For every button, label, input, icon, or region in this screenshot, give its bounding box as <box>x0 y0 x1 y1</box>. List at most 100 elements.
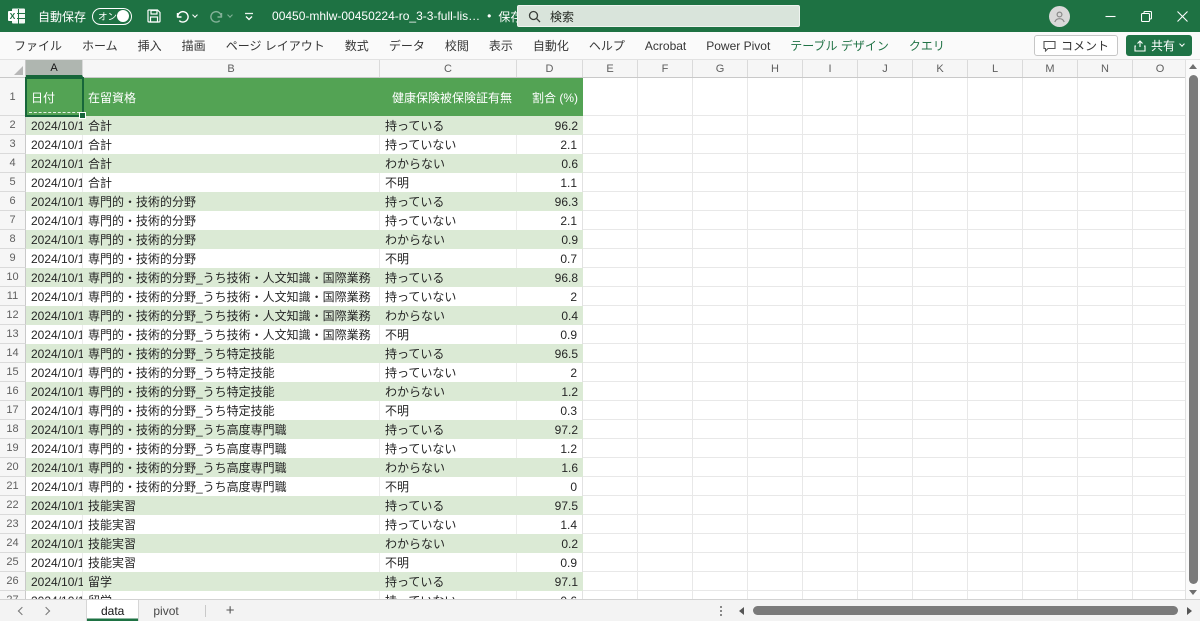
vertical-scrollbar[interactable] <box>1185 60 1200 599</box>
cell-D10[interactable]: 96.8 <box>517 268 583 287</box>
cell-A19[interactable]: 2024/10/1 <box>26 439 83 458</box>
cell-C26[interactable]: 持っている <box>380 572 517 591</box>
cell-B27[interactable]: 留学 <box>83 591 380 599</box>
cell-D16[interactable]: 1.2 <box>517 382 583 401</box>
cell-D21[interactable]: 0 <box>517 477 583 496</box>
cell-B16[interactable]: 専門的・技術的分野_うち特定技能 <box>83 382 380 401</box>
cell-C10[interactable]: 持っている <box>380 268 517 287</box>
row-header-5[interactable]: 5 <box>0 173 26 192</box>
column-header-G[interactable]: G <box>693 60 748 77</box>
cell-C4[interactable]: わからない <box>380 154 517 173</box>
cell-B5[interactable]: 合計 <box>83 173 380 192</box>
cell-A20[interactable]: 2024/10/1 <box>26 458 83 477</box>
cell-A17[interactable]: 2024/10/1 <box>26 401 83 420</box>
comments-button[interactable]: コメント <box>1034 35 1118 56</box>
empty-cells[interactable] <box>583 382 1185 401</box>
ribbon-tab-データ[interactable]: データ <box>379 32 435 59</box>
cell-B7[interactable]: 専門的・技術的分野 <box>83 211 380 230</box>
row-header-17[interactable]: 17 <box>0 401 26 420</box>
cell-A25[interactable]: 2024/10/1 <box>26 553 83 572</box>
sheet-nav-right-icon[interactable] <box>34 600 58 621</box>
cell-D1[interactable]: 割合 (%) <box>517 78 583 116</box>
autosave-toggle[interactable]: オン <box>92 8 132 25</box>
cell-C12[interactable]: わからない <box>380 306 517 325</box>
cell-C8[interactable]: わからない <box>380 230 517 249</box>
cell-C23[interactable]: 持っていない <box>380 515 517 534</box>
ribbon-tab-ホーム[interactable]: ホーム <box>72 32 128 59</box>
ribbon-tab-テーブル デザイン[interactable]: テーブル デザイン <box>780 32 899 59</box>
cell-D14[interactable]: 96.5 <box>517 344 583 363</box>
cell-A1[interactable]: 日付 <box>26 78 83 116</box>
empty-cells[interactable] <box>583 135 1185 154</box>
cell-B24[interactable]: 技能実習 <box>83 534 380 553</box>
cell-D5[interactable]: 1.1 <box>517 173 583 192</box>
cell-B1[interactable]: 在留資格 <box>83 78 380 116</box>
cell-C14[interactable]: 持っている <box>380 344 517 363</box>
ribbon-tab-自動化[interactable]: 自動化 <box>523 32 579 59</box>
cell-A3[interactable]: 2024/10/1 <box>26 135 83 154</box>
cell-B6[interactable]: 専門的・技術的分野 <box>83 192 380 211</box>
cell-C19[interactable]: 持っていない <box>380 439 517 458</box>
cell-D2[interactable]: 96.2 <box>517 116 583 135</box>
cell-C5[interactable]: 不明 <box>380 173 517 192</box>
cell-D6[interactable]: 96.3 <box>517 192 583 211</box>
cell-C25[interactable]: 不明 <box>380 553 517 572</box>
cell-D25[interactable]: 0.9 <box>517 553 583 572</box>
ribbon-tab-Acrobat[interactable]: Acrobat <box>635 32 696 59</box>
cell-A14[interactable]: 2024/10/1 <box>26 344 83 363</box>
empty-cells[interactable] <box>583 154 1185 173</box>
row-header-20[interactable]: 20 <box>0 458 26 477</box>
row-header-12[interactable]: 12 <box>0 306 26 325</box>
search-input[interactable]: 検索 <box>517 5 800 27</box>
cell-C3[interactable]: 持っていない <box>380 135 517 154</box>
cell-C7[interactable]: 持っていない <box>380 211 517 230</box>
empty-cells[interactable] <box>583 306 1185 325</box>
column-header-A[interactable]: A <box>26 60 83 77</box>
row-header-4[interactable]: 4 <box>0 154 26 173</box>
empty-cells[interactable] <box>583 192 1185 211</box>
ribbon-tab-表示[interactable]: 表示 <box>479 32 523 59</box>
row-header-23[interactable]: 23 <box>0 515 26 534</box>
cell-C27[interactable]: 持っていない <box>380 591 517 599</box>
cell-B8[interactable]: 専門的・技術的分野 <box>83 230 380 249</box>
vscroll-up-icon[interactable] <box>1189 60 1197 73</box>
cell-A27[interactable]: 2024/10/1 <box>26 591 83 599</box>
cell-D23[interactable]: 1.4 <box>517 515 583 534</box>
cell-A23[interactable]: 2024/10/1 <box>26 515 83 534</box>
hscroll-left-icon[interactable] <box>739 607 744 615</box>
row-header-11[interactable]: 11 <box>0 287 26 306</box>
cell-B26[interactable]: 留学 <box>83 572 380 591</box>
vscroll-thumb[interactable] <box>1189 75 1198 584</box>
cell-D7[interactable]: 2.1 <box>517 211 583 230</box>
row-header-19[interactable]: 19 <box>0 439 26 458</box>
cell-C13[interactable]: 不明 <box>380 325 517 344</box>
cell-A5[interactable]: 2024/10/1 <box>26 173 83 192</box>
cell-B4[interactable]: 合計 <box>83 154 380 173</box>
cell-A9[interactable]: 2024/10/1 <box>26 249 83 268</box>
empty-cells[interactable] <box>583 325 1185 344</box>
cell-B11[interactable]: 専門的・技術的分野_うち技術・人文知識・国際業務 <box>83 287 380 306</box>
cell-B23[interactable]: 技能実習 <box>83 515 380 534</box>
ribbon-tab-描画[interactable]: 描画 <box>172 32 216 59</box>
ribbon-tab-クエリ[interactable]: クエリ <box>899 32 955 59</box>
column-header-E[interactable]: E <box>583 60 638 77</box>
row-header-26[interactable]: 26 <box>0 572 26 591</box>
cell-D17[interactable]: 0.3 <box>517 401 583 420</box>
cell-A18[interactable]: 2024/10/1 <box>26 420 83 439</box>
cell-B18[interactable]: 専門的・技術的分野_うち高度専門職 <box>83 420 380 439</box>
cell-A22[interactable]: 2024/10/1 <box>26 496 83 515</box>
row-header-8[interactable]: 8 <box>0 230 26 249</box>
column-header-B[interactable]: B <box>83 60 380 77</box>
cell-C2[interactable]: 持っている <box>380 116 517 135</box>
cell-C22[interactable]: 持っている <box>380 496 517 515</box>
cell-B25[interactable]: 技能実習 <box>83 553 380 572</box>
column-header-K[interactable]: K <box>913 60 968 77</box>
cell-B9[interactable]: 専門的・技術的分野 <box>83 249 380 268</box>
cell-B2[interactable]: 合計 <box>83 116 380 135</box>
minimize-button[interactable] <box>1092 0 1128 32</box>
sheet-options-handle-icon[interactable] <box>720 606 722 616</box>
cell-A26[interactable]: 2024/10/1 <box>26 572 83 591</box>
cell-C24[interactable]: わからない <box>380 534 517 553</box>
cell-C18[interactable]: 持っている <box>380 420 517 439</box>
sheet-tab-data[interactable]: data <box>86 600 139 621</box>
